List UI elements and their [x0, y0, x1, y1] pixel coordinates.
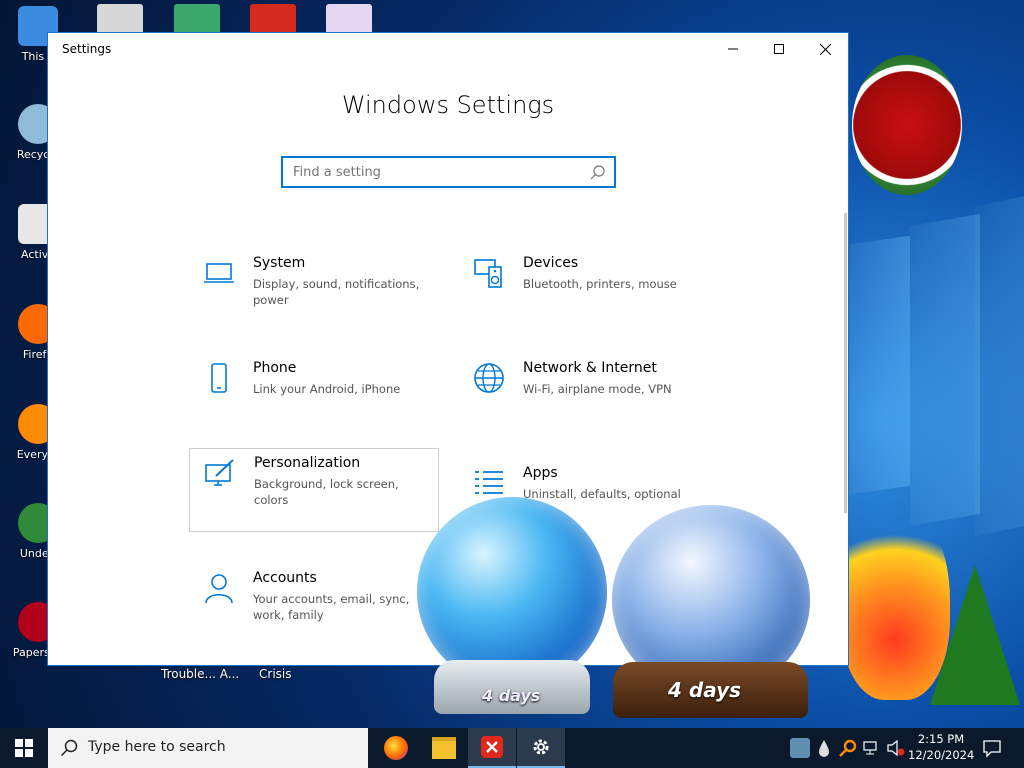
paint-icon: [205, 459, 234, 486]
notification-center-button[interactable]: [980, 736, 1004, 760]
settings-search-box[interactable]: [281, 156, 616, 188]
tile-description: Background, lock screen, colors: [254, 477, 399, 507]
globe-icon: [474, 363, 504, 393]
water-drop-icon[interactable]: [814, 738, 834, 758]
phone-icon: [211, 363, 227, 393]
keyboard-speaker-icon: [474, 259, 502, 288]
tile-personalization[interactable]: Personalization Background, lock screen,…: [189, 448, 439, 532]
taskbar-app-red[interactable]: [468, 728, 516, 768]
tile-description: Link your Android, iPhone: [253, 382, 401, 396]
gear-icon: [533, 739, 549, 755]
close-circle-icon: [481, 736, 503, 758]
tile-devices[interactable]: Devices Bluetooth, printers, mouse: [459, 249, 707, 331]
windows-logo-icon: [15, 739, 33, 757]
desktop-app-icon[interactable]: [250, 4, 296, 34]
tile-description: Wi-Fi, airplane mode, VPN: [523, 382, 672, 396]
network-icon[interactable]: [862, 738, 882, 758]
close-button[interactable]: [802, 33, 848, 65]
taskbar-search-placeholder: Type here to search: [88, 739, 226, 755]
close-icon: [819, 43, 831, 55]
taskbar-search-box[interactable]: Type here to search: [48, 728, 368, 768]
start-button[interactable]: [0, 728, 48, 768]
tile-description: Uninstall, defaults, optional: [523, 487, 681, 501]
countdown-label: 4 days: [668, 678, 742, 702]
clock-date: 12/20/2024: [908, 748, 975, 762]
wallpaper-beam: [975, 193, 1024, 537]
christmas-tree-decoration: [930, 565, 1020, 705]
laptop-icon: [204, 263, 234, 283]
maximize-icon: [774, 44, 784, 54]
snow-globe-decoration: [417, 497, 607, 687]
tile-network-internet[interactable]: Network & Internet Wi-Fi, airplane mode,…: [459, 354, 707, 436]
taskbar-clock[interactable]: 2:15 PM 12/20/2024: [908, 731, 974, 763]
search-icon: [60, 739, 78, 757]
person-icon: [205, 574, 233, 604]
folder-icon: [432, 737, 456, 759]
settings-search-input[interactable]: [283, 158, 583, 186]
christmas-clock-decoration: [852, 55, 962, 195]
notification-icon: [983, 740, 1001, 758]
tile-name: Accounts: [253, 570, 317, 586]
tile-name: Apps: [523, 465, 558, 481]
desktop-app-icon[interactable]: [174, 4, 220, 34]
tile-description: Bluetooth, printers, mouse: [523, 277, 677, 291]
minimize-icon: [728, 48, 738, 50]
wallpaper-beam: [850, 235, 910, 495]
maximize-button[interactable]: [756, 33, 802, 65]
taskbar: Type here to search 2:15 PM 12/20/2024: [0, 728, 1024, 768]
clock-time: 2:15 PM: [917, 732, 965, 746]
wallpaper-beam: [910, 213, 980, 527]
network-people-icon[interactable]: [790, 738, 810, 758]
tile-name: Phone: [253, 360, 297, 376]
search-icon: [590, 165, 605, 180]
volume-muted-icon[interactable]: [886, 738, 906, 758]
tile-name: Personalization: [254, 455, 361, 471]
apps-list-icon: [475, 471, 503, 494]
tile-name: Network & Internet: [523, 360, 657, 376]
taskbar-file-explorer[interactable]: [420, 728, 468, 768]
desktop-icon-label[interactable]: Crisis: [259, 667, 291, 681]
tile-system[interactable]: System Display, sound, notifications, po…: [189, 249, 437, 331]
scrollbar[interactable]: [844, 213, 847, 513]
desktop-app-icon[interactable]: [97, 4, 143, 34]
title-bar[interactable]: Settings: [48, 33, 848, 65]
tile-description: Display, sound, notifications, power: [253, 277, 420, 307]
taskbar-settings[interactable]: [517, 728, 565, 768]
tile-phone[interactable]: Phone Link your Android, iPhone: [189, 354, 437, 436]
page-title: Windows Settings: [341, 91, 555, 119]
tile-name: Devices: [523, 255, 579, 271]
tile-description: Your accounts, email, sync, work, family: [253, 592, 410, 622]
tile-name: System: [253, 255, 306, 271]
minimize-button[interactable]: [710, 33, 756, 65]
taskbar-firefox[interactable]: [372, 728, 420, 768]
magnifier-icon[interactable]: [838, 738, 858, 758]
window-title: Settings: [62, 42, 112, 56]
desktop-app-icon[interactable]: [326, 4, 372, 34]
tile-accounts[interactable]: Accounts Your accounts, email, sync, wor…: [189, 564, 437, 646]
countdown-label: 4 days: [482, 686, 541, 705]
firefox-icon: [384, 736, 408, 760]
desktop-icon-label[interactable]: Trouble... A...: [161, 667, 239, 681]
